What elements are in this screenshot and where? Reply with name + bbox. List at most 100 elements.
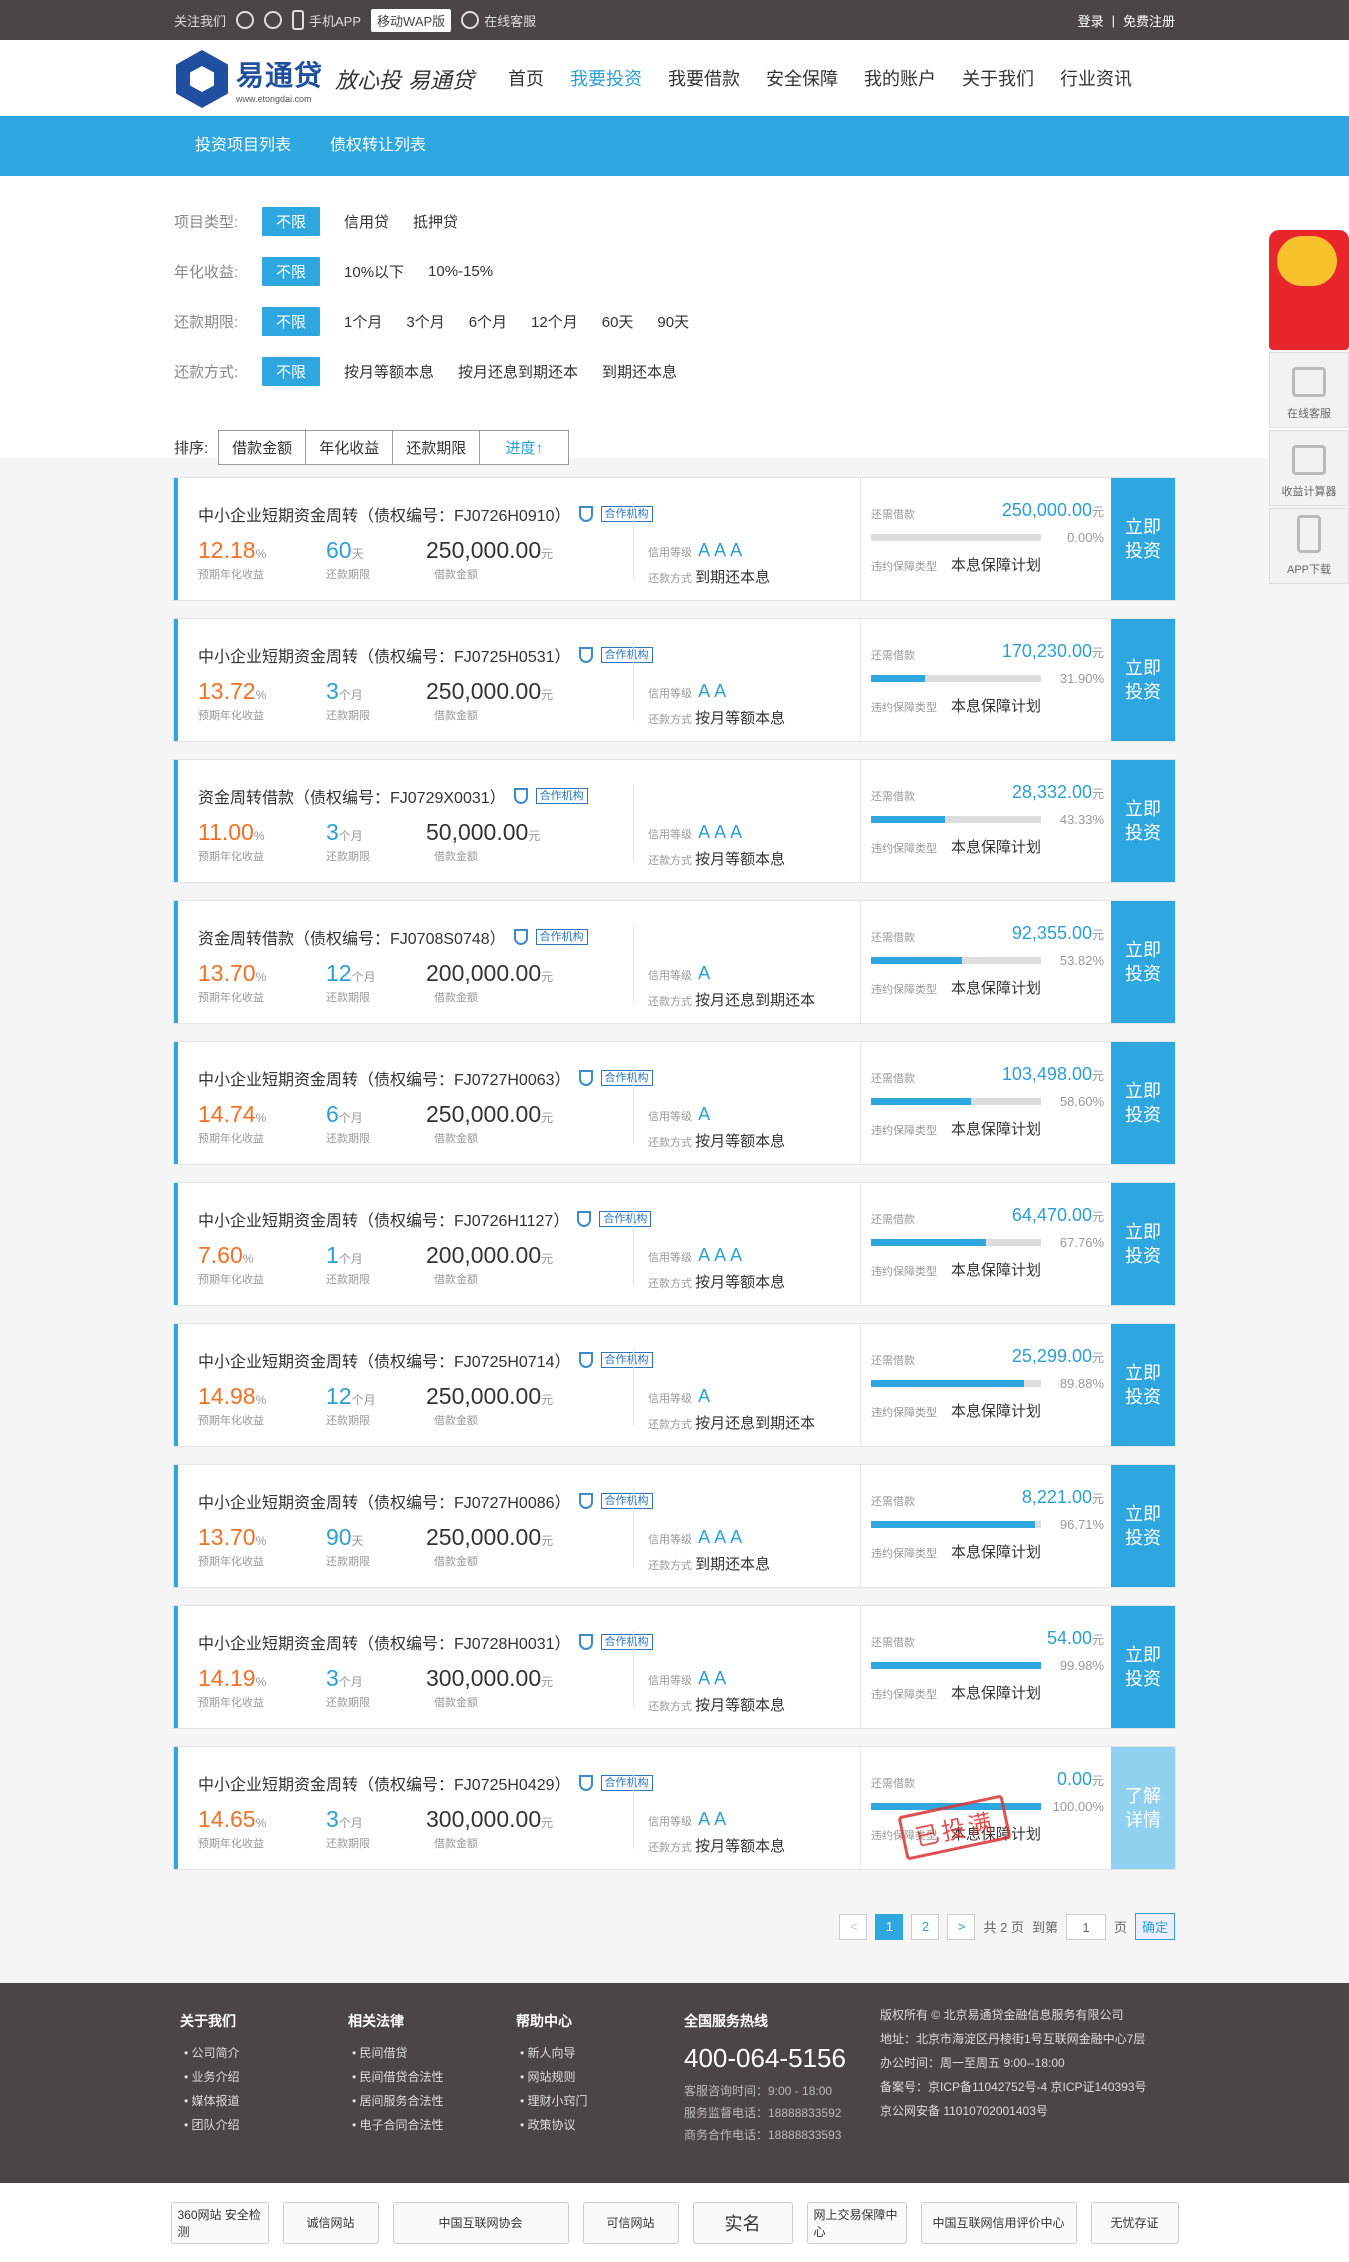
invest-now-button[interactable]: 立即投资 — [1111, 760, 1175, 882]
footer-link[interactable]: 媒体报道 — [180, 2089, 240, 2113]
credit-row: 信用等级 A — [648, 1104, 714, 1125]
register-link[interactable]: 免费注册 — [1123, 11, 1175, 30]
shield-icon — [577, 1211, 592, 1227]
footer-link[interactable]: 民间借贷合法性 — [348, 2065, 444, 2089]
sort-rate-button[interactable]: 年化收益 — [305, 430, 394, 465]
side-calc-button[interactable]: 收益计算器 — [1269, 430, 1349, 506]
footer-link[interactable]: 居间服务合法性 — [348, 2089, 444, 2113]
filter-option[interactable]: 90天 — [657, 307, 689, 336]
badge-trusted[interactable]: 可信网站 — [582, 2201, 679, 2244]
progress-percent: 43.33% — [1059, 812, 1104, 827]
wap-link[interactable]: 移动WAP版 — [371, 8, 452, 32]
sort-term-button[interactable]: 还款期限 — [392, 430, 481, 465]
nav-security[interactable]: 安全保障 — [766, 65, 838, 91]
invest-now-button[interactable]: 立即投资 — [1111, 901, 1175, 1023]
side-service-button[interactable]: 在线客服 — [1269, 352, 1349, 428]
tab-transfer-list[interactable]: 债权转让列表 — [330, 116, 426, 176]
badge-wuyou[interactable]: 无忧存证 — [1090, 2201, 1179, 2244]
nav-borrow[interactable]: 我要借款 — [668, 65, 740, 91]
loan-title[interactable]: 中小企业短期资金周转（债权编号：FJ0726H1127） — [198, 1207, 569, 1231]
footer-link[interactable]: 电子合同合法性 — [348, 2113, 444, 2137]
loan-title[interactable]: 中小企业短期资金周转（债权编号：FJ0725H0531） — [198, 643, 571, 667]
nav-account[interactable]: 我的账户 — [864, 65, 936, 91]
invest-now-button[interactable]: 立即投资 — [1111, 619, 1175, 741]
loan-title[interactable]: 中小企业短期资金周转（债权编号：FJ0727H0086） — [198, 1489, 571, 1513]
page-1-button[interactable]: 1 — [875, 1913, 904, 1940]
filter-option[interactable]: 按月还息到期还本 — [458, 357, 578, 386]
loan-title[interactable]: 中小企业短期资金周转（债权编号：FJ0725H0429） — [198, 1771, 571, 1795]
progress-percent: 96.71% — [1059, 1517, 1104, 1532]
mobile-app-link[interactable]: 手机APP — [292, 10, 361, 30]
invest-now-button[interactable]: 立即投资 — [1111, 1465, 1175, 1587]
filter-option[interactable]: 信用贷 — [344, 207, 389, 236]
sort-amount-button[interactable]: 借款金额 — [218, 430, 307, 465]
filter-option[interactable]: 3个月 — [406, 307, 444, 336]
badge-trade[interactable]: 网上交易保障中心 — [806, 2201, 907, 2244]
sort-progress-button[interactable]: 进度↑ — [479, 430, 570, 465]
filter-option[interactable]: 不限 — [262, 206, 321, 236]
footer-link[interactable]: 政策协议 — [516, 2113, 588, 2137]
filter-option[interactable]: 12个月 — [531, 307, 578, 336]
logo-domain: www.etongdai.com — [236, 94, 312, 104]
wechat-icon[interactable] — [264, 11, 283, 29]
credit-label: 信用等级 — [648, 1252, 692, 1264]
badge-credit[interactable]: 中国互联网信用评价中心 — [920, 2201, 1077, 2244]
filter-option[interactable]: 10%以下 — [344, 257, 404, 286]
loan-title[interactable]: 中小企业短期资金周转（债权编号：FJ0725H0714） — [198, 1348, 571, 1372]
filter-option[interactable]: 60天 — [602, 307, 634, 336]
nav-invest[interactable]: 我要投资 — [570, 65, 642, 91]
confirm-page-button[interactable]: 确定 — [1134, 1913, 1175, 1940]
footer-link[interactable]: 新人向导 — [516, 2041, 588, 2065]
filter-option[interactable]: 不限 — [262, 356, 321, 386]
tab-invest-list[interactable]: 投资项目列表 — [195, 116, 291, 176]
loan-title[interactable]: 中小企业短期资金周转（债权编号：FJ0728H0031） — [198, 1630, 571, 1654]
login-link[interactable]: 登录 — [1078, 11, 1104, 30]
filter-option[interactable]: 不限 — [262, 256, 321, 286]
badge-isc[interactable]: 中国互联网协会 — [392, 2201, 569, 2244]
filter-option[interactable]: 不限 — [262, 306, 321, 336]
nav-news[interactable]: 行业资讯 — [1060, 65, 1132, 91]
invest-now-button[interactable]: 立即投资 — [1111, 1606, 1175, 1728]
filter-option[interactable]: 到期还本息 — [602, 357, 677, 386]
badge-realname[interactable]: 实名 — [692, 2201, 793, 2244]
loan-title[interactable]: 中小企业短期资金周转（债权编号：FJ0726H0910） — [198, 502, 571, 526]
invest-now-button[interactable]: 立即投资 — [1111, 1042, 1175, 1164]
next-page-button[interactable]: > — [947, 1913, 976, 1940]
footer-link[interactable]: 民间借贷 — [348, 2041, 444, 2065]
red-envelope-icon[interactable] — [1269, 230, 1349, 350]
logo[interactable]: 易通贷 www.etongdai.com 放心投 易通贷 — [176, 50, 474, 108]
page-input[interactable]: 1 — [1065, 1913, 1106, 1940]
prev-page-button[interactable]: < — [839, 1913, 868, 1940]
filter-option[interactable]: 1个月 — [344, 307, 382, 336]
view-details-button[interactable]: 了解详情 — [1111, 1747, 1175, 1869]
badge-integrity[interactable]: 诚信网站 — [282, 2201, 379, 2244]
shield-icon — [578, 1775, 593, 1791]
footer-link[interactable]: 团队介绍 — [180, 2113, 240, 2137]
remain-label: 还需借款 — [871, 1496, 915, 1508]
filter-option[interactable]: 10%-15% — [428, 259, 493, 284]
side-app-button[interactable]: APP下载 — [1269, 508, 1349, 584]
progress-panel: 还需借款 25,299.00元 89.88% 违约保障类型 本息保障计划 — [860, 1324, 1114, 1446]
page-2-button[interactable]: 2 — [911, 1913, 940, 1940]
goto-label: 到第 — [1031, 1920, 1058, 1935]
filter-option[interactable]: 按月等额本息 — [344, 357, 434, 386]
footer-link[interactable]: 理财小窍门 — [516, 2089, 588, 2113]
logo-slogan: 放心投 易通贷 — [335, 69, 475, 94]
invest-now-button[interactable]: 立即投资 — [1111, 478, 1175, 600]
term-unit: 个月 — [351, 970, 376, 984]
loan-title[interactable]: 资金周转借款（债权编号：FJ0729X0031） — [198, 784, 506, 808]
footer-link[interactable]: 业务介绍 — [180, 2065, 240, 2089]
footer-link[interactable]: 网站规则 — [516, 2065, 588, 2089]
footer-link[interactable]: 公司简介 — [180, 2041, 240, 2065]
nav-home[interactable]: 首页 — [508, 65, 544, 91]
badge-360[interactable]: 360网站 安全检测 — [170, 2201, 269, 2244]
weibo-icon[interactable] — [236, 11, 255, 29]
invest-now-button[interactable]: 立即投资 — [1111, 1183, 1175, 1305]
filter-option[interactable]: 抵押贷 — [413, 207, 458, 236]
online-service-link[interactable]: 在线客服 — [461, 11, 536, 30]
invest-now-button[interactable]: 立即投资 — [1111, 1324, 1175, 1446]
filter-option[interactable]: 6个月 — [469, 307, 507, 336]
loan-title[interactable]: 资金周转借款（债权编号：FJ0708S0748） — [198, 925, 506, 949]
nav-about[interactable]: 关于我们 — [962, 65, 1034, 91]
loan-title[interactable]: 中小企业短期资金周转（债权编号：FJ0727H0063） — [198, 1066, 571, 1090]
